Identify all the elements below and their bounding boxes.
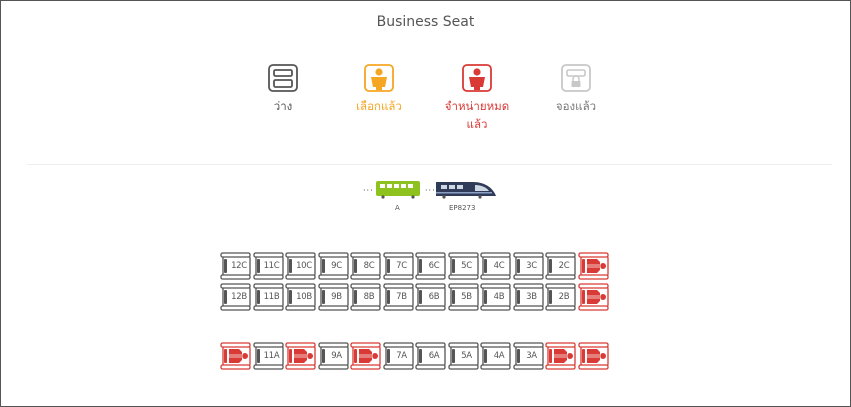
seat-5c[interactable]: 5C <box>447 251 480 281</box>
seat-10b[interactable]: 10B <box>285 282 317 312</box>
seat-1b <box>577 282 610 312</box>
seat-9c[interactable]: 9C <box>317 251 350 281</box>
legend-available: ว่าง <box>238 63 328 115</box>
seat-label: 7A <box>396 351 407 361</box>
seat-3b[interactable]: 3B <box>512 282 545 312</box>
seat-label: 5B <box>461 292 472 302</box>
legend-sold-label: จำหน่ายหมดแล้ว <box>444 99 510 131</box>
seat-8b[interactable]: 8B <box>350 282 382 312</box>
seat-4b[interactable]: 4B <box>480 282 512 312</box>
seat-label: 9C <box>331 261 342 271</box>
seat-4c[interactable]: 4C <box>480 251 512 281</box>
seat-3c[interactable]: 3C <box>512 251 545 281</box>
seat-label: 2C <box>558 261 570 271</box>
seat-3a[interactable]: 3A <box>512 341 545 371</box>
seat-label: 6A <box>428 351 440 361</box>
seat-label: 7B <box>396 292 407 302</box>
seat-label: 8C <box>363 261 375 271</box>
legend-sold: จำหน่ายหมดแล้ว <box>432 63 522 133</box>
seat-4a[interactable]: 4A <box>480 341 512 371</box>
legend-reserved-label: จองแล้ว <box>555 99 597 113</box>
seat-9b[interactable]: 9B <box>317 282 350 312</box>
train-composition: ··· A ··· EP8273 <box>355 177 505 217</box>
seat-label: 11B <box>263 292 280 302</box>
seat-5a[interactable]: 5A <box>447 341 480 371</box>
train-locomotive: EP8273 <box>435 180 501 212</box>
divider <box>27 164 832 165</box>
seat-label: 12B <box>231 292 247 302</box>
seat-2a <box>545 341 577 371</box>
seat-1c <box>577 251 610 281</box>
seat-label: 12C <box>231 261 247 271</box>
seat-12b[interactable]: 12B <box>220 282 252 312</box>
seat-6c[interactable]: 6C <box>415 251 447 281</box>
legend-selected: เลือกแล้ว <box>334 63 424 115</box>
seat-label: 3C <box>526 261 537 271</box>
seat-2c[interactable]: 2C <box>545 251 577 281</box>
seat-label: 8B <box>363 292 375 302</box>
seat-label: 2B <box>558 292 570 302</box>
seat-8c[interactable]: 8C <box>350 251 382 281</box>
seat-6b[interactable]: 6B <box>415 282 447 312</box>
seat-10c[interactable]: 10C <box>285 251 317 281</box>
seat-6a[interactable]: 6A <box>415 341 447 371</box>
legend-reserved: จองแล้ว <box>531 63 621 115</box>
legend-available-label: ว่าง <box>273 99 293 113</box>
dotted-connector: ··· <box>363 186 374 195</box>
seat-label: 6B <box>428 292 440 302</box>
seat-7a[interactable]: 7A <box>382 341 415 371</box>
seat-outline-icon <box>238 63 328 93</box>
seat-12c[interactable]: 12C <box>220 251 252 281</box>
seat-lock-icon <box>531 63 621 93</box>
train-car-label: A <box>395 204 400 212</box>
seat-10a <box>285 341 317 371</box>
seat-label: 4A <box>493 351 505 361</box>
seat-11c[interactable]: 11C <box>252 251 285 281</box>
seat-label: 5C <box>461 261 472 271</box>
seat-label: 5A <box>461 351 472 361</box>
seat-label: 4B <box>493 292 505 302</box>
legend-selected-label: เลือกแล้ว <box>356 99 402 113</box>
seat-label: 10C <box>296 261 312 271</box>
seat-label: 3A <box>526 351 537 361</box>
seat-person-icon <box>432 63 522 93</box>
seat-label: 11C <box>263 261 280 271</box>
seat-label: 3B <box>526 292 537 302</box>
seat-label: 7C <box>396 261 407 271</box>
page-title: Business Seat <box>376 14 475 30</box>
seat-label: 11A <box>263 351 280 361</box>
seat-label: 9B <box>331 292 342 302</box>
seat-label: 9A <box>331 351 342 361</box>
seat-8a <box>350 341 382 371</box>
seat-1a <box>577 341 610 371</box>
seat-11b[interactable]: 11B <box>252 282 285 312</box>
train-locomotive-icon <box>435 182 497 204</box>
seat-7c[interactable]: 7C <box>382 251 415 281</box>
seat-5b[interactable]: 5B <box>447 282 480 312</box>
train-car-icon <box>375 181 421 204</box>
seat-12a <box>220 341 252 371</box>
seat-label: 6C <box>428 261 440 271</box>
seat-label: 4C <box>493 261 505 271</box>
seat-person-icon <box>334 63 424 93</box>
seat-2b[interactable]: 2B <box>545 282 577 312</box>
seat-9a[interactable]: 9A <box>317 341 350 371</box>
seat-label: 10B <box>296 292 312 302</box>
train-car-label: EP8273 <box>449 204 476 212</box>
seat-11a[interactable]: 11A <box>252 341 285 371</box>
train-car-a[interactable]: A <box>375 180 421 212</box>
seat-7b[interactable]: 7B <box>382 282 415 312</box>
